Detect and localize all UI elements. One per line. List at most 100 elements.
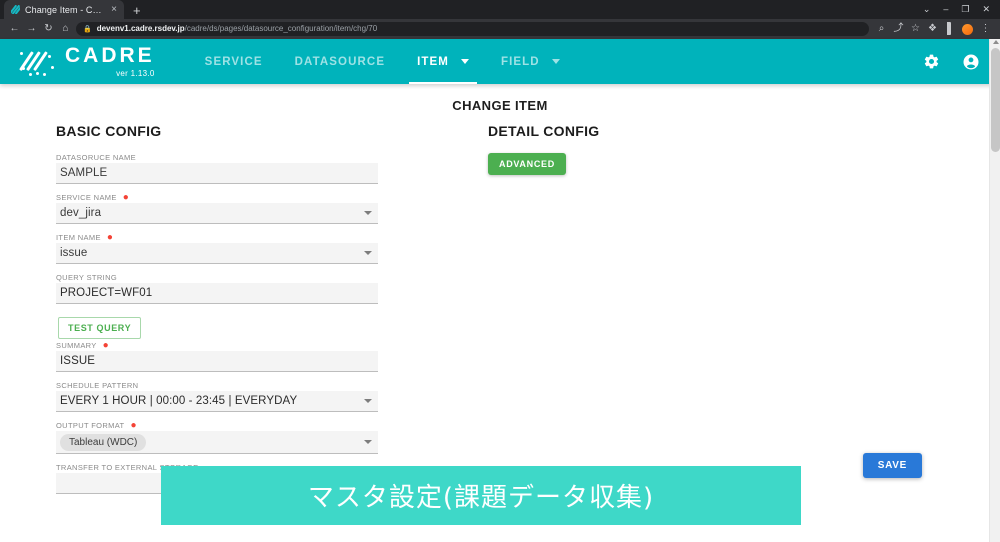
select-output-format[interactable]: Tableau (WDC) [56, 431, 378, 454]
lock-icon: 🔒 [83, 25, 92, 33]
input-query-string[interactable]: PROJECT=WF01 [56, 283, 378, 304]
zoom-icon[interactable]: ⌕ [873, 24, 890, 34]
label-text-output-format: OUTPUT FORMAT [56, 421, 125, 430]
label-output-format: OUTPUT FORMAT ● [56, 419, 137, 431]
chip-output-format[interactable]: Tableau (WDC) [60, 433, 147, 451]
select-item-name[interactable]: issue [56, 243, 378, 264]
application-area: CADRE ver 1.13.0 SERVICE DATASOURCE ITEM… [0, 39, 1000, 542]
label-text-item-name: ITEM NAME [56, 233, 101, 242]
chevron-down-icon [364, 251, 372, 255]
chevron-down-icon [364, 211, 372, 215]
browser-tab-title: Change Item - Cadre [25, 4, 105, 15]
chevron-down-icon [551, 59, 560, 64]
value-summary: ISSUE [60, 355, 96, 367]
address-bar-url: devenv1.cadre.rsdev.jp/cadre/ds/pages/da… [97, 25, 377, 33]
home-icon[interactable]: ⌂ [57, 24, 74, 34]
select-service-name[interactable]: dev_jira [56, 203, 378, 224]
close-tab-icon[interactable]: × [109, 4, 119, 15]
tab-search-chevron-icon[interactable]: ⌄ [923, 5, 931, 14]
gear-icon[interactable] [923, 53, 940, 70]
side-panel-icon[interactable] [941, 22, 958, 35]
reload-icon[interactable]: ↻ [40, 24, 57, 34]
scroll-up-arrow-icon[interactable] [992, 40, 999, 44]
scrollbar-thumb[interactable] [991, 48, 1000, 152]
bookmark-star-icon[interactable]: ☆ [907, 24, 924, 34]
nav-item-datasource[interactable]: DATASOURCE [279, 39, 401, 84]
config-columns: BASIC CONFIG DATASORUCE NAME SAMPLE SERV… [0, 123, 1000, 503]
page-title: CHANGE ITEM [452, 98, 548, 113]
cadre-logo-icon [18, 48, 56, 78]
label-query-string: QUERY STRING [56, 273, 118, 282]
nav-label-service: SERVICE [204, 55, 263, 68]
page-banner: マスタ設定(課題データ収集) [161, 466, 801, 525]
app-logo[interactable]: CADRE ver 1.13.0 [18, 45, 155, 78]
save-button[interactable]: SAVE [862, 453, 922, 478]
nav-label-item: ITEM [417, 55, 449, 68]
field-service-name: SERVICE NAME ● dev_jira [56, 191, 378, 224]
url-domain: devenv1.cadre.rsdev.jp [96, 24, 185, 33]
address-bar[interactable]: 🔒 devenv1.cadre.rsdev.jp/cadre/ds/pages/… [76, 22, 869, 36]
nav-item-item[interactable]: ITEM [401, 39, 485, 84]
browser-window: Change Item - Cadre × + ⌄ – ❐ ✕ ← → ↻ ⌂ … [0, 0, 1000, 542]
label-datasource-name: DATASORUCE NAME [56, 153, 136, 162]
main-navigation: SERVICE DATASOURCE ITEM FIELD [189, 39, 576, 84]
input-datasource-name[interactable]: SAMPLE [56, 163, 378, 184]
back-icon[interactable]: ← [6, 24, 23, 34]
field-summary: SUMMARY ● ISSUE [56, 339, 378, 372]
nav-label-datasource: DATASOURCE [294, 55, 386, 68]
advanced-button[interactable]: ADVANCED [488, 153, 566, 175]
browser-tab-strip: Change Item - Cadre × + ⌄ – ❐ ✕ [0, 0, 1000, 19]
app-version: ver 1.13.0 [116, 69, 155, 78]
forward-icon[interactable]: → [23, 24, 40, 34]
label-text-service-name: SERVICE NAME [56, 193, 117, 202]
chevron-down-icon [364, 399, 372, 403]
label-item-name: ITEM NAME ● [56, 231, 114, 243]
value-item-name: issue [60, 247, 88, 259]
close-window-button[interactable]: ✕ [982, 5, 990, 14]
select-schedule-pattern[interactable]: EVERY 1 HOUR | 00:00 - 23:45 | EVERYDAY [56, 391, 378, 412]
test-query-button[interactable]: TEST QUERY [58, 317, 142, 339]
new-tab-button[interactable]: + [133, 4, 141, 17]
minimize-window-button[interactable]: – [943, 5, 948, 14]
basic-config-section: BASIC CONFIG DATASORUCE NAME SAMPLE SERV… [56, 123, 378, 503]
brand-name: CADRE [65, 44, 155, 67]
field-item-name: ITEM NAME ● issue [56, 231, 378, 264]
nav-label-field: FIELD [500, 55, 540, 68]
profile-avatar[interactable] [962, 23, 973, 35]
field-output-format: OUTPUT FORMAT ● Tableau (WDC) [56, 419, 378, 454]
chevron-down-icon [460, 59, 469, 64]
label-service-name: SERVICE NAME ● [56, 191, 130, 203]
page-content: CHANGE ITEM BASIC CONFIG DATASORUCE NAME… [0, 84, 1000, 542]
extensions-puzzle-icon[interactable]: ❖ [924, 24, 941, 34]
cadre-favicon-icon [11, 5, 20, 14]
label-schedule-pattern: SCHEDULE PATTERN [56, 381, 139, 390]
value-datasource-name: SAMPLE [60, 167, 108, 179]
label-summary: SUMMARY ● [56, 339, 110, 351]
field-schedule-pattern: SCHEDULE PATTERN EVERY 1 HOUR | 00:00 - … [56, 381, 378, 412]
value-service-name: dev_jira [60, 207, 102, 219]
nav-item-service[interactable]: SERVICE [189, 39, 279, 84]
value-schedule-pattern: EVERY 1 HOUR | 00:00 - 23:45 | EVERYDAY [60, 395, 298, 407]
nav-item-field[interactable]: FIELD [485, 39, 576, 84]
app-header-actions [923, 53, 980, 71]
share-icon[interactable]: ⤴ [890, 24, 907, 34]
label-text-summary: SUMMARY [56, 341, 97, 350]
maximize-window-button[interactable]: ❐ [961, 5, 969, 14]
browser-menu-icon[interactable]: ⋮ [977, 24, 994, 34]
field-datasource-name: DATASORUCE NAME SAMPLE [56, 153, 378, 184]
browser-tab[interactable]: Change Item - Cadre × [4, 0, 124, 19]
input-summary[interactable]: ISSUE [56, 351, 378, 372]
window-controls: ⌄ – ❐ ✕ [923, 0, 996, 19]
page-scrollbar[interactable] [989, 39, 1000, 542]
account-icon[interactable] [962, 53, 980, 71]
basic-config-heading: BASIC CONFIG [56, 123, 162, 139]
app-header: CADRE ver 1.13.0 SERVICE DATASOURCE ITEM… [0, 39, 1000, 84]
test-query-row: TEST QUERY [56, 313, 378, 341]
detail-config-heading: DETAIL CONFIG [488, 123, 600, 139]
detail-config-section: DETAIL CONFIG ADVANCED [488, 123, 600, 503]
chevron-down-icon [364, 440, 372, 444]
toolbar-right-icons: ⌕ ⤴ ☆ ❖ ⋮ [873, 22, 994, 35]
banner-text: マスタ設定(課題データ収集) [307, 483, 655, 513]
value-query-string: PROJECT=WF01 [60, 287, 153, 299]
field-query-string: QUERY STRING PROJECT=WF01 [56, 273, 378, 304]
